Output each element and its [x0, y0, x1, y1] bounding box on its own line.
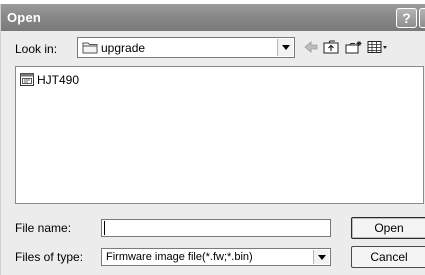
file-name-field[interactable]: [101, 219, 331, 237]
view-menu-button[interactable]: [365, 37, 391, 58]
folder-icon: [82, 41, 98, 57]
create-new-folder-button[interactable]: [343, 37, 363, 58]
look-in-dropdown[interactable]: upgrade: [77, 37, 295, 58]
files-of-type-value: Firmware image file(*.fw;*.bin): [106, 251, 253, 263]
help-button[interactable]: ?: [396, 8, 417, 28]
files-of-type-dropdown[interactable]: Firmware image file(*.fw;*.bin): [101, 248, 331, 266]
window-title: Open: [7, 10, 42, 25]
firmware-file-icon: [20, 73, 34, 89]
file-item-label: HJT490: [37, 73, 80, 87]
files-of-type-label: Files of type:: [15, 250, 84, 264]
cancel-button[interactable]: Cancel: [351, 246, 425, 268]
close-button[interactable]: X: [419, 8, 425, 28]
chevron-down-icon[interactable]: [277, 39, 293, 56]
title-bar[interactable]: Open ? X: [1, 4, 425, 31]
open-dialog: Open ? X Look in: upgrade: [0, 4, 425, 275]
file-name-label: File name:: [15, 221, 72, 235]
text-caret: [104, 221, 105, 235]
look-in-value: upgrade: [101, 41, 146, 55]
open-button[interactable]: Open: [351, 217, 425, 239]
file-list[interactable]: HJT490: [15, 66, 424, 204]
up-one-level-button[interactable]: [321, 37, 341, 58]
back-button[interactable]: [301, 37, 321, 58]
look-in-label: Look in:: [15, 42, 58, 56]
chevron-down-icon[interactable]: [313, 250, 329, 264]
